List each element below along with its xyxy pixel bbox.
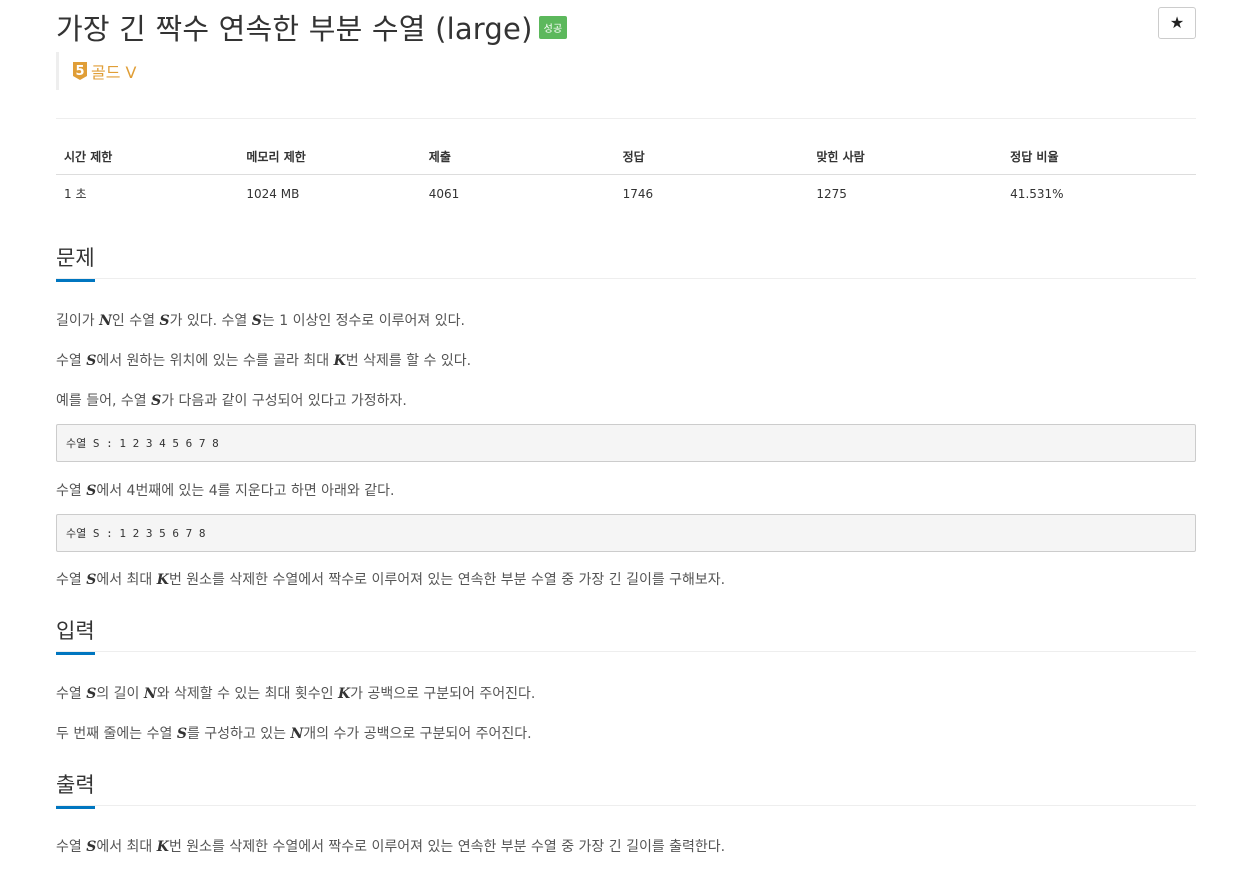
input-paragraph-1: 수열 S의 길이 N와 삭제할 수 있는 최대 횟수인 K가 공백으로 구분되어… — [56, 686, 536, 702]
table-row: 1 초 1024 MB 4061 1746 1275 41.531% — [56, 175, 1196, 213]
accepted-value: 1746 — [622, 186, 654, 201]
page-title: 가장 긴 짝수 연속한 부분 수열 (large) 성공 — [56, 6, 568, 48]
description-paragraph-2: 수열 S에서 원하는 위치에 있는 수를 골라 최대 K번 삭제를 할 수 있다… — [56, 353, 472, 369]
table-header-row: 시간 제한 메모리 제한 제출 정답 맞힌 사람 정답 비율 — [56, 138, 1196, 175]
time-limit-value: 1 초 — [64, 187, 87, 201]
submissions-value: 4061 — [428, 186, 460, 201]
tier-badge-icon: 5 — [73, 62, 87, 80]
star-icon: ★ — [1169, 15, 1185, 32]
submissions-header: 제출 — [420, 138, 615, 175]
problem-info-table: 시간 제한 메모리 제한 제출 정답 맞힌 사람 정답 비율 1 초 1024 … — [56, 138, 1196, 212]
tier-text: 골드 V — [91, 63, 137, 82]
input-paragraph-2: 두 번째 줄에는 수열 S를 구성하고 있는 N개의 수가 공백으로 구분되어 … — [56, 726, 532, 742]
description-paragraph-1: 길이가 N인 수열 S가 있다. 수열 S는 1 이상인 정수로 이루어져 있다… — [56, 313, 465, 329]
solved-users-value: 1275 — [816, 186, 847, 201]
problem-page: 가장 긴 짝수 연속한 부분 수열 (large) 성공 ★ 5 골드 V 시간 … — [56, 0, 1196, 855]
memory-limit-header: 메모리 제한 — [238, 138, 421, 175]
status-badge[interactable]: 성공 — [538, 15, 568, 39]
input-heading: 입력 — [56, 615, 95, 655]
output-paragraph-1: 수열 S에서 최대 K번 원소를 삭제한 수열에서 짝수로 이루어져 있는 연속… — [56, 839, 726, 855]
accepted-header: 정답 — [614, 138, 809, 175]
problem-section-heading: 문제 — [56, 241, 1196, 282]
problem-heading: 문제 — [56, 242, 95, 282]
favorite-star-button[interactable]: ★ — [1158, 7, 1196, 39]
title-row: 가장 긴 짝수 연속한 부분 수열 (large) 성공 ★ — [56, 0, 1196, 48]
description-paragraph-5: 수열 S에서 최대 K번 원소를 삭제한 수열에서 짝수로 이루어져 있는 연속… — [56, 572, 726, 588]
solved-users-header: 맞힌 사람 — [808, 138, 1003, 175]
code-block-example-2: 수열 S : 1 2 3 5 6 7 8 — [56, 514, 1196, 552]
code-block-example-1: 수열 S : 1 2 3 4 5 6 7 8 — [56, 424, 1196, 462]
description-paragraph-4: 수열 S에서 4번째에 있는 4를 지운다고 하면 아래와 같다. — [56, 483, 395, 499]
time-limit-header: 시간 제한 — [56, 138, 239, 175]
output-heading: 출력 — [56, 769, 95, 809]
accept-ratio-header: 정답 비율 — [1002, 138, 1196, 175]
input-section-heading: 입력 — [56, 614, 1196, 655]
problem-title: 가장 긴 짝수 연속한 부분 수열 (large) — [56, 12, 533, 46]
divider — [56, 118, 1196, 119]
output-section-heading: 출력 — [56, 768, 1196, 809]
tier-label[interactable]: 5 골드 V — [56, 52, 136, 90]
memory-limit-value: 1024 MB — [246, 186, 300, 201]
description-paragraph-3: 예를 들어, 수열 S가 다음과 같이 구성되어 있다고 가정하자. — [56, 393, 407, 409]
accept-ratio-value: 41.531% — [1010, 186, 1064, 201]
